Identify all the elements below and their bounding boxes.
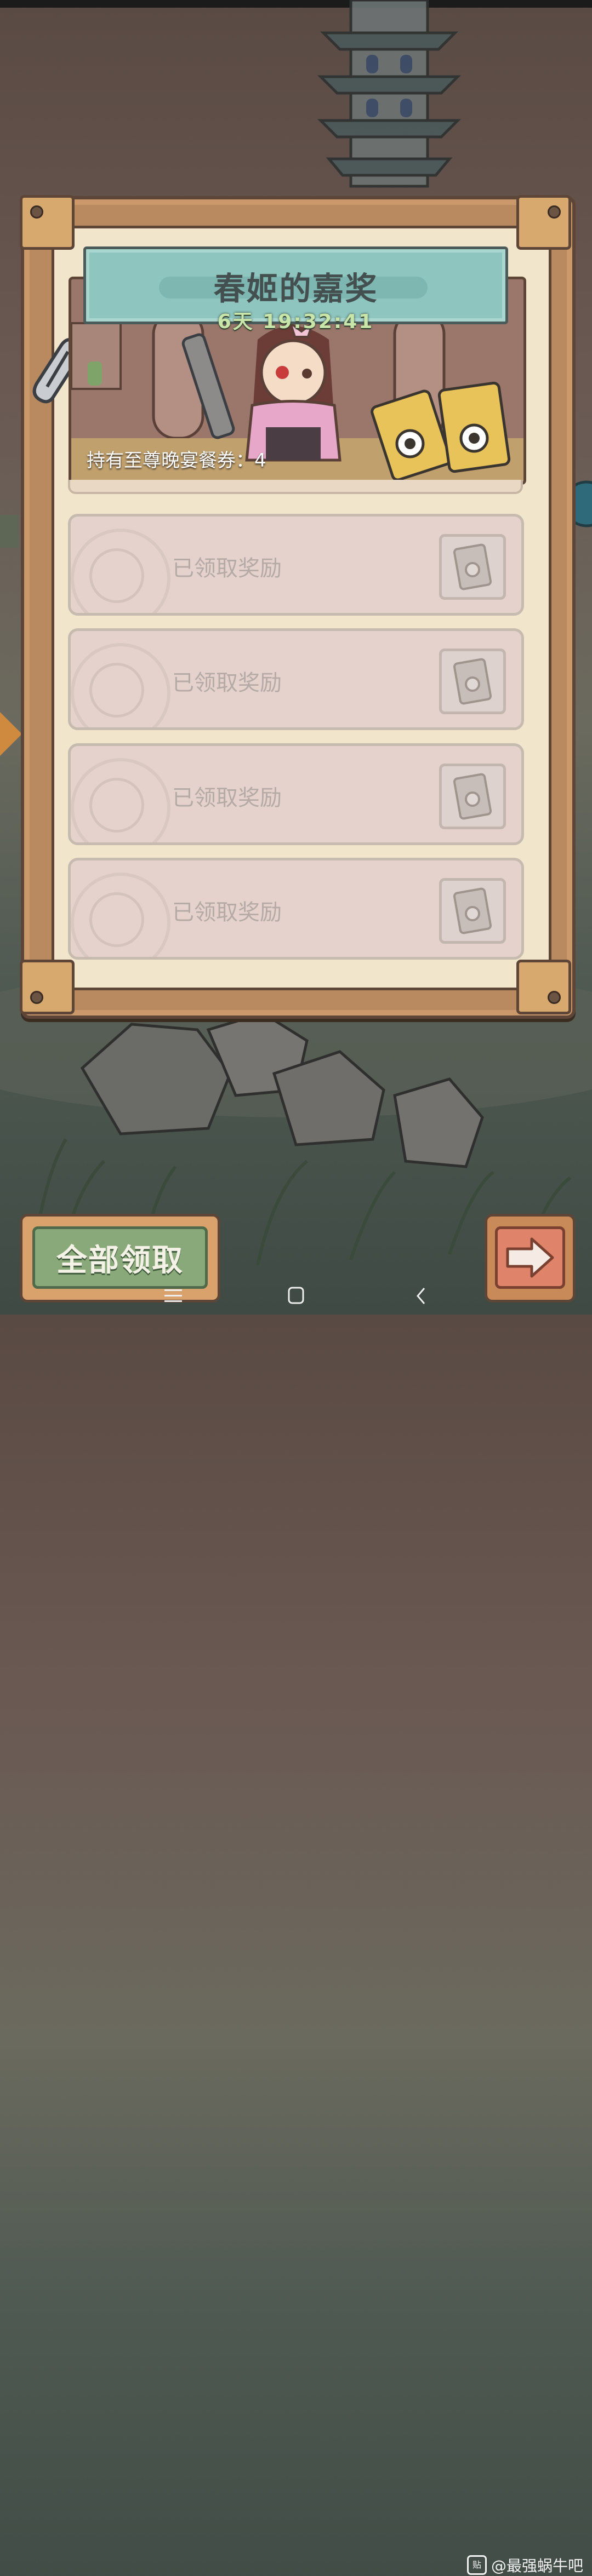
event-title: 春姬的嘉奖 xyxy=(213,270,378,307)
coin-emblem-icon xyxy=(89,548,144,603)
ticket-reward-icon xyxy=(439,649,506,714)
coin-emblem-icon xyxy=(89,663,144,718)
watermark-text: @最强蜗牛吧 xyxy=(491,2557,584,2575)
bolt-icon xyxy=(30,205,43,219)
ticket-count-text: 持有至尊晚宴餐券：4 xyxy=(87,450,266,472)
reward-status-label: 已领取奖励 xyxy=(172,785,282,811)
system-navigation-bar: 贴 @最强蜗牛吧 xyxy=(0,1265,592,2575)
reward-row[interactable]: 已领取奖励 xyxy=(68,743,524,845)
watermark: 贴 @最强蜗牛吧 xyxy=(467,2554,583,2576)
reward-row[interactable]: 已领取奖励 xyxy=(68,628,524,730)
panel-corner-bottom-right xyxy=(516,960,571,1014)
reward-row[interactable]: 已领取奖励 xyxy=(68,514,524,616)
home-icon[interactable] xyxy=(287,1286,305,1305)
banner-bottom-shadow xyxy=(68,480,523,494)
ticket-reward-icon xyxy=(439,534,506,600)
pagoda-tower xyxy=(317,0,462,188)
reward-status-label: 已领取奖励 xyxy=(172,556,282,581)
ticket-reward-icon xyxy=(439,764,506,829)
reward-row[interactable]: 已领取奖励 xyxy=(68,858,524,960)
coin-emblem-icon xyxy=(89,778,144,833)
coin-emblem-icon xyxy=(89,892,144,947)
bolt-icon xyxy=(548,205,561,219)
panel-corner-top-left xyxy=(20,195,75,250)
back-icon[interactable] xyxy=(414,1286,428,1306)
tieba-icon: 贴 xyxy=(467,2555,487,2575)
ticket-reward-icon xyxy=(439,878,506,944)
menu-icon[interactable] xyxy=(163,1287,183,1305)
panel-corner-top-right xyxy=(516,195,571,250)
bolt-icon xyxy=(30,991,43,1004)
panel-corner-bottom-left xyxy=(20,960,75,1014)
reward-status-label: 已领取奖励 xyxy=(172,900,282,925)
bolt-icon xyxy=(548,991,561,1004)
event-countdown-timer: 6天 19:32:41 xyxy=(217,311,374,333)
reward-status-label: 已领取奖励 xyxy=(172,670,282,696)
